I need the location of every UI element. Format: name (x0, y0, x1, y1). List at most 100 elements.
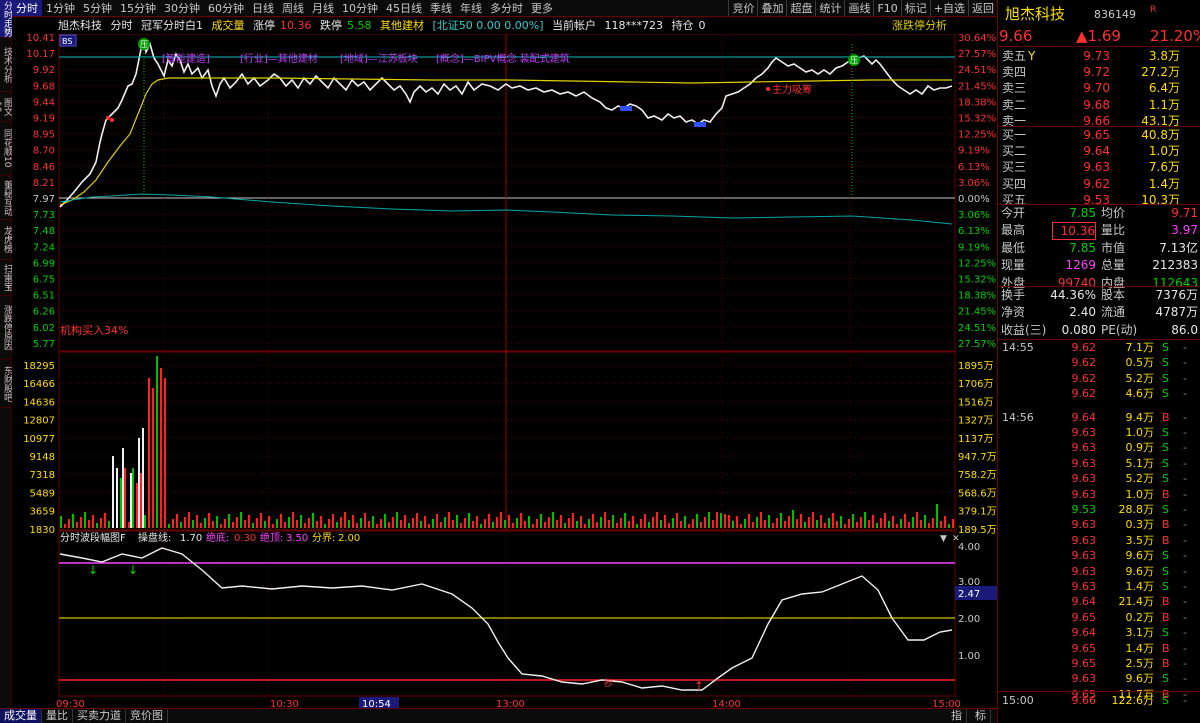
main-force-label: 主力吸筹 (772, 83, 812, 96)
bottom-tab-3[interactable]: 买卖力道 (73, 709, 126, 723)
tool-button-6[interactable]: F10 (873, 0, 900, 16)
account-label: 当前帐户 (552, 19, 597, 32)
bottom-tab-2[interactable]: 量比 (42, 709, 73, 723)
timeframe-tab-13[interactable]: 年线 (456, 0, 486, 16)
tick-time: 15:00 (1002, 694, 1034, 707)
volume-bar-up (188, 512, 190, 528)
tick-volume: 1.4万 (1125, 641, 1155, 655)
volume-bar-up (476, 516, 478, 528)
side-tab-7[interactable]: 扫雷宝 (0, 260, 12, 296)
ask-volume: 6.4万 (1148, 81, 1180, 96)
volume-bar-white (130, 473, 132, 528)
timeframe-tab-8[interactable]: 周线 (278, 0, 308, 16)
bottom-tab-1[interactable]: 成交量 (0, 709, 42, 723)
volume-bar-down (144, 515, 146, 528)
volume-bar-up (320, 516, 322, 528)
side-tab-3[interactable]: 图文10 (0, 92, 12, 122)
side-tab-6[interactable]: 龙虎榜 (0, 220, 12, 260)
timeframe-tab-10[interactable]: 10分钟 (338, 0, 382, 16)
volume-bar-up (500, 512, 502, 528)
tick-volume: 3.5万 (1125, 533, 1155, 547)
bottom-right-tool-1[interactable]: 指 (947, 709, 967, 723)
timeframe-tab-2[interactable]: 1分钟 (42, 0, 79, 16)
tick-price: 9.63 (1071, 426, 1097, 439)
volume-bar-up (268, 516, 270, 528)
volume-bar-down (72, 514, 74, 528)
sector-label[interactable]: 其他建材 (380, 19, 424, 32)
limit-analysis-button[interactable]: 涨跌停分析 (892, 18, 947, 34)
side-tab-2[interactable]: 技术分析 (0, 38, 12, 92)
tick-dash: - (1183, 641, 1187, 655)
tick-row: 9.62 4.6万 S - (1000, 386, 1198, 401)
timeframe-tab-3[interactable]: 5分钟 (79, 0, 116, 16)
volume-bar-down (816, 520, 818, 528)
volume-bar-up (704, 517, 706, 528)
side-tab-1[interactable]: 分时走势 (0, 0, 12, 38)
tool-button-8[interactable]: +自选 (929, 0, 968, 16)
bottom-right-tool-2[interactable]: 标 (971, 709, 991, 723)
volume-bar-up (64, 524, 66, 528)
tool-button-1[interactable]: 竞价 (728, 0, 757, 16)
volume-bar-white (142, 428, 144, 528)
pct-axis-label: 24.51% (958, 65, 996, 76)
volume-bar-down (948, 524, 950, 528)
tick-price: 9.63 (1071, 564, 1097, 578)
volume-amount-label: 1706万 (958, 379, 993, 390)
timeframe-tab-1[interactable]: 分时 (12, 0, 42, 16)
bottom-tab-4[interactable]: 竞价图 (126, 709, 168, 723)
timeframe-tab-15[interactable]: 更多 (527, 0, 557, 16)
volume-bar-down (864, 512, 866, 528)
pct-axis-label: 18.38% (958, 291, 996, 302)
tool-button-2[interactable]: 叠加 (757, 0, 786, 16)
volume-bar-down (168, 524, 170, 528)
indicator-dropdown-icon: ▼ (940, 534, 947, 544)
volume-bar-down (84, 512, 86, 528)
intraday-chart[interactable]: 10.41 30.64% 10.17 27.57% 9.92 24.51% 9.68 21.4… (12, 34, 997, 710)
volume-bar-up (368, 521, 370, 528)
tool-button-5[interactable]: 画线 (844, 0, 873, 16)
volume-bar-up (688, 524, 690, 528)
timeframe-tab-11[interactable]: 45日线 (382, 0, 426, 16)
volume-bar-up (836, 521, 838, 528)
tool-button-4[interactable]: 统计 (815, 0, 844, 16)
pct-axis-label: 27.57% (958, 339, 996, 350)
volume-bar-up (124, 468, 126, 528)
timeframe-tab-12[interactable]: 季线 (426, 0, 456, 16)
bid-volume: 1.0万 (1148, 144, 1180, 159)
info-bar: 旭杰科技 分时 冠军分时白1 成交量 涨停 10.36 跌停 5.58 其他建材 [… (58, 18, 948, 34)
volume-bar-down (468, 513, 470, 528)
volume-bar-up (196, 515, 198, 528)
tick-price: 9.63 (1071, 580, 1097, 593)
pct-axis-label: 21.45% (958, 307, 996, 318)
ask-row: 卖二 9.68 1.1万 (1000, 97, 1196, 113)
timeframe-tab-7[interactable]: 日线 (248, 0, 278, 16)
volume-bar-white (112, 456, 114, 528)
timeframe-tab-4[interactable]: 15分钟 (116, 0, 160, 16)
volume-bar-up (356, 523, 358, 528)
tick-row: 9.65 1.4万 B - (1000, 641, 1198, 656)
volume-bar-up (428, 524, 430, 528)
tool-button-7[interactable]: 标记 (900, 0, 930, 16)
price-axis-label: 8.70 (33, 146, 55, 157)
tick-side: B (1162, 487, 1170, 501)
timeframe-tab-9[interactable]: 月线 (308, 0, 338, 16)
volume-bar-down (612, 515, 614, 528)
timeframe-tab-5[interactable]: 30分钟 (160, 0, 204, 16)
tick-side: B (1162, 610, 1170, 624)
tick-row: 14:56 9.64 9.4万 B - (1000, 410, 1198, 425)
stat-value: 10.36 (1052, 222, 1096, 241)
side-tab-9[interactable]: 东财股吧 (0, 360, 12, 408)
volume-bar-up (928, 523, 930, 528)
bottom-right-tools: 指标 (947, 709, 997, 723)
side-tab-4[interactable]: 同花顺10 (0, 122, 12, 176)
pct-axis-label: 18.38% (958, 97, 996, 108)
side-tab-5[interactable]: 董秘互动 (0, 176, 12, 220)
tool-button-9[interactable]: 返回 (968, 0, 997, 16)
timeframe-tab-14[interactable]: 多分时 (486, 0, 527, 16)
indicator-header: 操盘线: (138, 531, 171, 544)
timeframe-tab-6[interactable]: 60分钟 (204, 0, 248, 16)
volume-bar-up (628, 521, 630, 528)
volume-bar-down (528, 516, 530, 528)
tool-button-3[interactable]: 超盘 (786, 0, 815, 16)
side-tab-8[interactable]: 涨跌停原因 (0, 296, 12, 360)
